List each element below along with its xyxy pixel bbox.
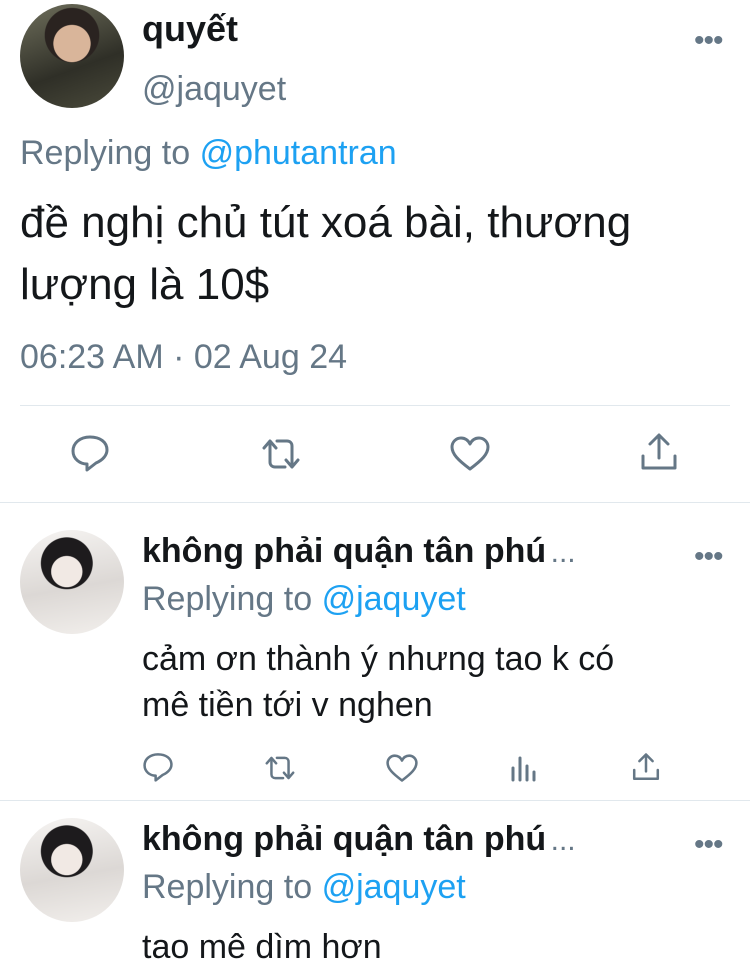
reply-text-line: cảm ơn thành ý nhưng tao k có xyxy=(142,640,615,678)
reply-button[interactable] xyxy=(142,752,174,782)
replying-prefix: Replying to xyxy=(20,134,191,172)
tweet-text-line: lượng là 10$ xyxy=(20,260,270,309)
reply-icon xyxy=(71,435,109,472)
retweet-button[interactable] xyxy=(262,754,298,782)
more-options-button[interactable]: ••• xyxy=(694,830,723,860)
retweet-icon xyxy=(262,439,300,469)
tweet-timestamp[interactable]: 06:23 AM · 02 Aug 24 xyxy=(20,338,347,377)
reply-icon xyxy=(143,753,173,782)
retweet-icon xyxy=(265,756,295,780)
replying-mention-link[interactable]: @phutantran xyxy=(200,134,397,172)
tweet-text-line: đề nghị chủ tút xoá bài, thương xyxy=(20,198,632,247)
share-button[interactable] xyxy=(632,752,660,782)
reply-text: cảm ơn thành ý nhưng tao k có mê tiền tớ… xyxy=(142,636,732,728)
replying-prefix: Replying to xyxy=(142,868,313,906)
retweet-button[interactable] xyxy=(258,436,304,472)
divider xyxy=(0,502,750,503)
reply-header: không phải quận tân phú ... xyxy=(142,820,652,859)
tweet-text: đề nghị chủ tút xoá bài, thương lượng là… xyxy=(20,192,735,316)
reply-text-line: mê tiền tới v nghen xyxy=(142,686,433,724)
reply-header: không phải quận tân phú ... xyxy=(142,532,652,571)
reply-button[interactable] xyxy=(70,434,110,472)
replying-to: Replying to @jaquyet xyxy=(142,580,466,619)
avatar-quyet[interactable] xyxy=(20,4,124,108)
replying-prefix: Replying to xyxy=(142,580,313,618)
reply-text: tao mê dìm hơn xyxy=(142,924,732,970)
like-button[interactable] xyxy=(386,754,418,783)
analytics-button[interactable] xyxy=(510,754,538,782)
reply-text-line: tao mê dìm hơn xyxy=(142,928,382,966)
replying-to: Replying to @jaquyet xyxy=(142,868,466,907)
like-button[interactable] xyxy=(450,436,490,472)
analytics-icon xyxy=(511,756,536,782)
display-name[interactable]: quyết xyxy=(142,8,238,50)
reply-display-name[interactable]: không phải quận tân phú xyxy=(142,532,546,570)
name-ellipsis: ... xyxy=(550,824,576,857)
share-button[interactable] xyxy=(640,432,678,472)
reply-display-name[interactable]: không phải quận tân phú xyxy=(142,820,546,858)
name-ellipsis: ... xyxy=(550,536,576,569)
avatar-reply-2[interactable] xyxy=(20,818,124,922)
divider xyxy=(0,800,750,801)
like-icon xyxy=(386,754,418,782)
user-handle[interactable]: @jaquyet xyxy=(142,70,286,109)
like-icon xyxy=(450,436,490,471)
replying-mention-link[interactable]: @jaquyet xyxy=(322,868,466,906)
share-icon xyxy=(632,753,660,781)
more-options-button[interactable]: ••• xyxy=(694,26,723,56)
more-options-button[interactable]: ••• xyxy=(694,542,723,572)
avatar-reply-1[interactable] xyxy=(20,530,124,634)
divider xyxy=(20,405,730,406)
share-icon xyxy=(641,433,677,470)
replying-mention-link[interactable]: @jaquyet xyxy=(322,580,466,618)
replying-to: Replying to @phutantran xyxy=(20,134,397,173)
